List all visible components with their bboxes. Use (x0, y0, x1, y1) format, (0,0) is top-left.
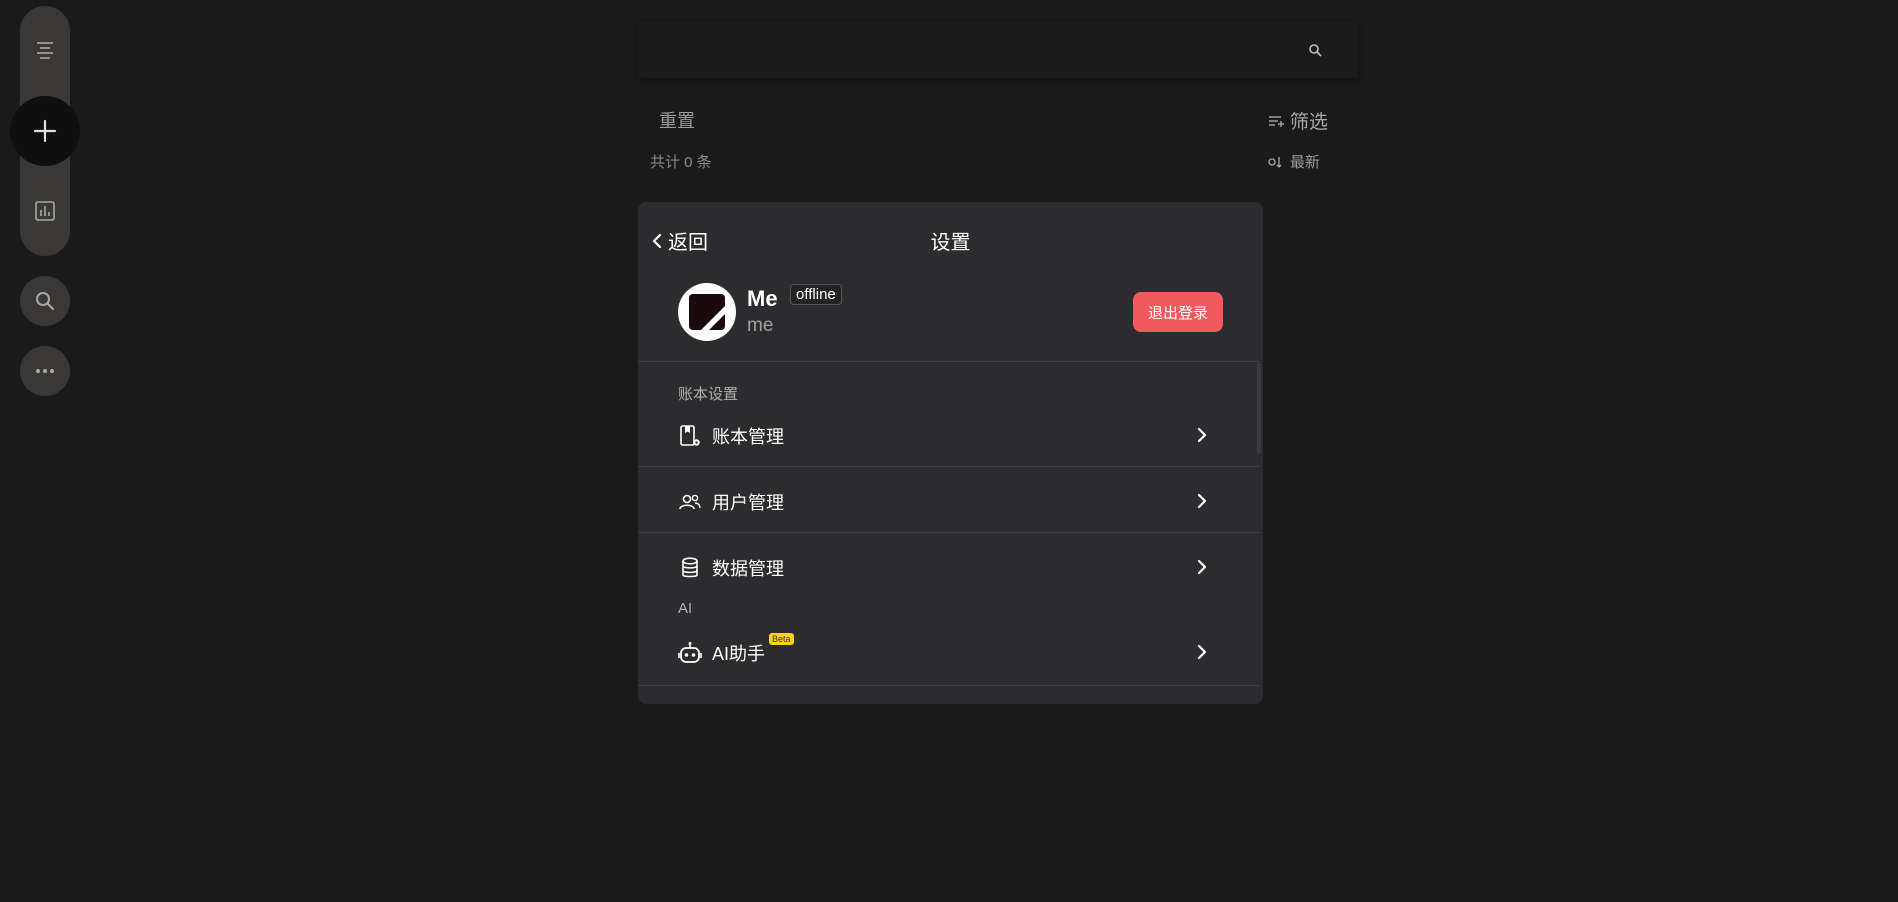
reset-button[interactable]: 重置 (659, 107, 695, 133)
user-name: Me (747, 286, 778, 311)
more-button[interactable] (20, 346, 70, 396)
settings-item-data-management[interactable]: 数据管理 (638, 543, 1260, 593)
more-dots-icon (36, 369, 54, 373)
app-logo-icon (689, 294, 725, 330)
settings-item-label: AI助手 (712, 644, 766, 664)
plus-icon (33, 119, 57, 143)
page-title: 设置 (930, 232, 971, 254)
sort-button[interactable]: 最新 (1268, 151, 1320, 172)
database-icon (682, 557, 698, 578)
chevron-right-icon (1197, 559, 1207, 575)
align-center-icon (37, 42, 53, 59)
section-label-ai: AI (678, 600, 693, 617)
settings-panel: 返回 设置 Me offline me 退出登录 账本设置 账本管理 用户管理 … (638, 202, 1263, 704)
record-count: 共计 0 条 (650, 154, 712, 171)
beta-badge: Beta (769, 633, 794, 645)
chevron-right-icon (1197, 644, 1207, 660)
search-button[interactable] (20, 276, 70, 326)
user-id: me (747, 315, 774, 336)
chevron-right-icon (1197, 493, 1207, 509)
settings-item-user-management[interactable]: 用户管理 (638, 477, 1260, 527)
logout-button[interactable]: 退出登录 (1133, 292, 1223, 332)
settings-item-label: 数据管理 (712, 559, 784, 579)
chart-icon (35, 201, 55, 221)
divider (638, 685, 1260, 686)
status-badge: offline (790, 284, 842, 305)
filter-icon (1269, 115, 1284, 127)
search-icon (36, 292, 55, 311)
filter-button[interactable]: 筛选 (1268, 107, 1328, 134)
chevron-right-icon (1197, 427, 1207, 443)
robot-icon (678, 642, 702, 663)
settings-item-ai-assistant[interactable]: AI助手 Beta (638, 628, 1260, 678)
filter-label: 筛选 (1290, 112, 1329, 133)
search-bar[interactable] (638, 22, 1358, 78)
stats-button[interactable] (20, 186, 70, 236)
users-icon (679, 494, 701, 510)
settings-item-label: 账本管理 (712, 427, 784, 447)
section-label-account: 账本设置 (678, 386, 739, 403)
divider (638, 466, 1260, 467)
search-icon (1309, 44, 1322, 57)
settings-item-label: 用户管理 (712, 493, 784, 513)
divider (638, 361, 1260, 362)
avatar (678, 283, 736, 341)
divider (638, 532, 1260, 533)
add-button[interactable] (10, 96, 80, 166)
book-gear-icon (680, 425, 700, 446)
sort-icon (1268, 156, 1282, 168)
sort-label: 最新 (1290, 154, 1321, 171)
menu-button[interactable] (20, 26, 70, 76)
settings-item-book-management[interactable]: 账本管理 (638, 411, 1260, 461)
